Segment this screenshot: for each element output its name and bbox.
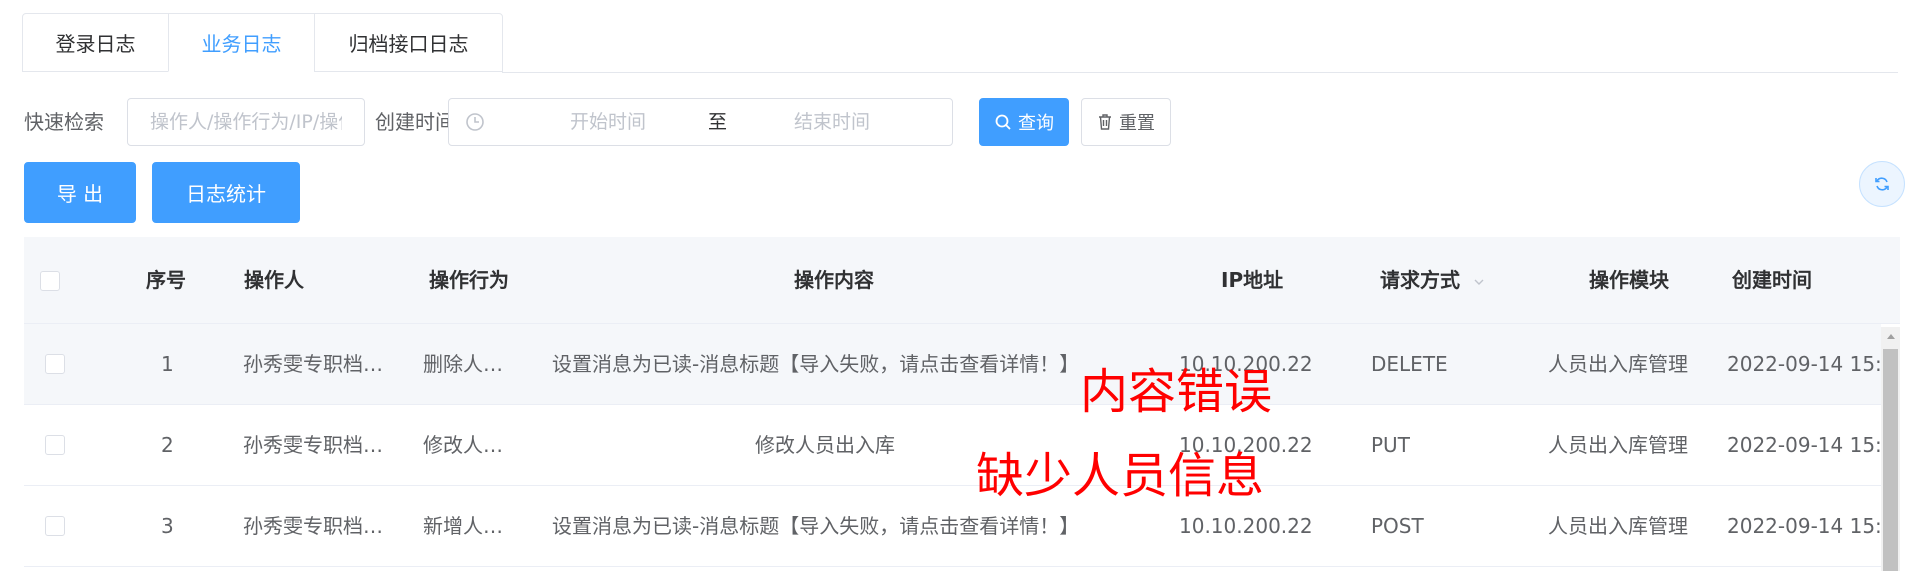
reset-button-label: 重置 <box>1119 113 1155 134</box>
cell-index: 1 <box>161 352 174 376</box>
column-header-action: 操作行为 <box>429 268 509 292</box>
column-header-created: 创建时间 <box>1732 268 1812 292</box>
export-button[interactable]: 导 出 <box>24 162 136 223</box>
tab-archive-interface-log[interactable]: 归档接口日志 <box>314 13 503 72</box>
range-separator: 至 <box>708 111 728 133</box>
cell-operator: 孙秀雯专职档… <box>243 352 383 376</box>
log-stats-button[interactable]: 日志统计 <box>152 162 300 223</box>
column-header-method[interactable]: 请求方式 <box>1380 237 1485 324</box>
annotation-content-error: 内容错误 <box>1080 364 1273 420</box>
cell-action: 删除人… <box>423 352 503 376</box>
cell-module: 人员出入库管理 <box>1548 514 1688 538</box>
refresh-icon <box>1875 177 1889 191</box>
method-header-label: 请求方式 <box>1380 268 1460 292</box>
cell-action: 新增人… <box>423 514 503 538</box>
tab-login-log[interactable]: 登录日志 <box>22 13 169 72</box>
cell-action: 修改人… <box>423 433 503 457</box>
clock-icon <box>466 113 484 131</box>
scrollbar-thumb[interactable] <box>1883 349 1898 571</box>
reset-button[interactable]: 重置 <box>1081 98 1171 146</box>
search-button[interactable]: 查询 <box>979 98 1069 146</box>
cell-operator: 孙秀雯专职档… <box>243 433 383 457</box>
scroll-up-arrow-icon[interactable] <box>1881 327 1900 345</box>
quick-search-input[interactable] <box>127 98 365 146</box>
table-row[interactable]: 2 孙秀雯专职档… 修改人… 修改人员出入库 10.10.200.22 PUT … <box>24 405 1881 486</box>
column-header-content: 操作内容 <box>794 268 874 292</box>
cell-content: 设置消息为已读-消息标题【导入失败，请点击查看详情！】 <box>552 352 1080 376</box>
quick-search-label: 快速检索 <box>24 110 104 134</box>
cell-module: 人员出入库管理 <box>1548 433 1688 457</box>
created-time-label: 创建时间 <box>375 110 455 134</box>
cell-created: 2022-09-14 15:25:30 <box>1727 514 1881 538</box>
table-row[interactable]: 1 孙秀雯专职档… 删除人… 设置消息为已读-消息标题【导入失败，请点击查看详情… <box>24 324 1881 405</box>
start-time-placeholder[interactable]: 开始时间 <box>570 99 646 145</box>
cell-operator: 孙秀雯专职档… <box>243 514 383 538</box>
created-time-range-picker[interactable]: 开始时间 至 结束时间 <box>448 98 953 146</box>
table-scrollbar[interactable] <box>1881 327 1900 571</box>
log-tabs: 登录日志 业务日志 归档接口日志 <box>22 13 1898 73</box>
column-header-operator: 操作人 <box>244 268 304 292</box>
end-time-placeholder[interactable]: 结束时间 <box>794 99 870 145</box>
row-checkbox[interactable] <box>45 354 65 374</box>
column-header-module: 操作模块 <box>1589 268 1669 292</box>
row-checkbox[interactable] <box>45 516 65 536</box>
annotation-missing-person-info: 缺少人员信息 <box>976 448 1265 504</box>
tab-business-log[interactable]: 业务日志 <box>168 13 315 72</box>
table-row[interactable]: 3 孙秀雯专职档… 新增人… 设置消息为已读-消息标题【导入失败，请点击查看详情… <box>24 486 1881 567</box>
select-all-checkbox[interactable] <box>40 271 60 291</box>
table-header: 序号 操作人 操作行为 操作内容 IP地址 请求方式 操作模块 创建时间 <box>24 237 1900 324</box>
search-button-label: 查询 <box>1018 113 1054 134</box>
cell-method: POST <box>1371 514 1424 538</box>
column-header-index: 序号 <box>146 268 186 292</box>
cell-created: 2022-09-14 15:25:30 <box>1727 433 1881 457</box>
row-checkbox[interactable] <box>45 435 65 455</box>
column-header-ip: IP地址 <box>1221 268 1284 292</box>
cell-index: 3 <box>161 514 174 538</box>
cell-module: 人员出入库管理 <box>1548 352 1688 376</box>
cell-created: 2022-09-14 15:25:30 <box>1727 352 1881 376</box>
cell-method: DELETE <box>1371 352 1448 376</box>
trash-icon <box>1099 114 1111 130</box>
chevron-down-icon[interactable] <box>1473 277 1485 287</box>
cell-method: PUT <box>1371 433 1410 457</box>
search-icon <box>995 114 1011 130</box>
cell-content: 修改人员出入库 <box>755 433 895 457</box>
refresh-button[interactable] <box>1859 161 1905 207</box>
cell-index: 2 <box>161 433 174 457</box>
